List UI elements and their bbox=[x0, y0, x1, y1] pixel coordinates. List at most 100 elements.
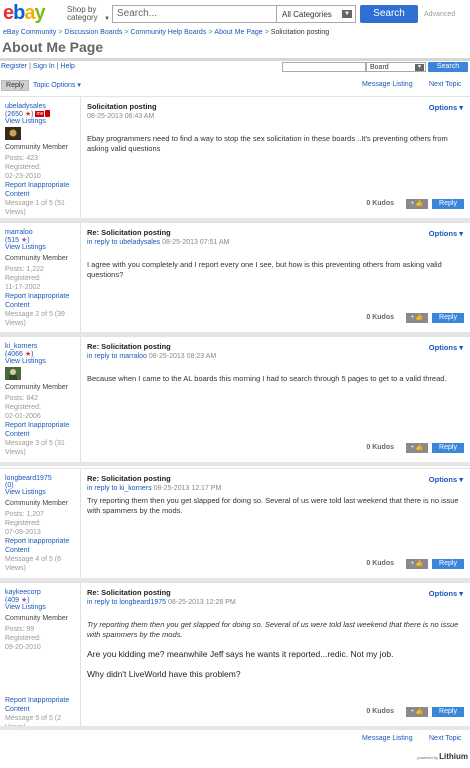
report-inappropriate-link[interactable]: Report Inappropriate Content bbox=[5, 421, 80, 439]
thumbs-up-icon: 👍 bbox=[415, 561, 424, 567]
reply-button[interactable]: Reply bbox=[432, 313, 464, 323]
register-link[interactable]: Register bbox=[1, 63, 27, 70]
reply-button[interactable]: Reply bbox=[1, 80, 29, 91]
in-reply-to-link[interactable]: ubeladysales bbox=[119, 239, 160, 246]
post-count: Posts: 99 bbox=[5, 626, 35, 633]
post-subject: Re: Solicitation posting bbox=[87, 474, 171, 483]
registered-date: 11-17-2002 bbox=[5, 284, 41, 291]
message-count: Message 5 of 5 (2 Views) bbox=[5, 715, 62, 731]
post: longbeard1975 (0) View Listings Communit… bbox=[0, 468, 470, 582]
message-listing-link[interactable]: Message Listing bbox=[362, 81, 413, 88]
chevron-down-icon: ▾ bbox=[459, 103, 463, 112]
author-name[interactable]: ki_korners bbox=[5, 343, 80, 350]
post-count: Posts: 842 bbox=[5, 395, 39, 402]
breadcrumb-discussion-boards[interactable]: Discussion Boards bbox=[64, 29, 122, 36]
post-subject: Solicitation posting bbox=[87, 102, 157, 111]
powered-by-lithium[interactable]: powered by Lithium bbox=[417, 752, 468, 761]
author-name[interactable]: longbeard1975 bbox=[5, 475, 80, 482]
chevron-down-icon: ▼ bbox=[342, 10, 352, 18]
give-kudos-button[interactable]: + 👍 bbox=[406, 559, 428, 569]
in-reply-to-link[interactable]: ki_korners bbox=[119, 485, 151, 492]
view-listings-link[interactable]: View Listings bbox=[5, 604, 80, 611]
thumbs-up-icon: 👍 bbox=[415, 201, 424, 207]
avatar[interactable] bbox=[5, 127, 21, 140]
board-search-button[interactable]: Search bbox=[428, 62, 468, 72]
message-count: Message 4 of 5 (6 Views) bbox=[5, 556, 62, 572]
report-inappropriate-link[interactable]: Report Inappropriate Content bbox=[5, 537, 80, 555]
thumbs-up-icon: 👍 bbox=[415, 709, 424, 715]
reply-button[interactable]: Reply bbox=[432, 707, 464, 717]
next-topic-link[interactable]: Next Topic bbox=[429, 81, 462, 88]
registered-date: 02-01-2006 bbox=[5, 413, 41, 420]
chevron-down-icon: ▾ bbox=[459, 229, 463, 238]
post: ubeladysales (2650 ★) me View Listings Co… bbox=[0, 96, 470, 222]
footer-nav: Message Listing Next Topic bbox=[0, 733, 470, 747]
search-button[interactable]: Search bbox=[360, 5, 418, 23]
report-inappropriate-link[interactable]: Report Inappropriate Content bbox=[5, 292, 80, 310]
ebay-logo[interactable]: ebay bbox=[3, 2, 46, 25]
kudos-count: 0 Kudos bbox=[366, 708, 394, 715]
author-name[interactable]: marraloo bbox=[5, 229, 80, 236]
in-reply-to-link[interactable]: longbeard1975 bbox=[119, 599, 166, 606]
post-subject: Re: Solicitation posting bbox=[87, 588, 171, 597]
member-type: Community Member bbox=[5, 144, 69, 151]
give-kudos-button[interactable]: + 👍 bbox=[406, 443, 428, 453]
in-reply-to-link[interactable]: marraloo bbox=[119, 353, 147, 360]
shop-by-category-button[interactable]: Shop by category ▼ bbox=[67, 6, 110, 23]
post-date: 08-25-2013 08:23 AM bbox=[148, 353, 217, 360]
quoted-text: Try reporting them then you get slapped … bbox=[87, 620, 459, 639]
post-body: Re: Solicitation posting in reply to lon… bbox=[87, 588, 464, 717]
advanced-search-link[interactable]: Advanced bbox=[424, 11, 455, 18]
help-link[interactable]: Help bbox=[61, 63, 75, 70]
board-select[interactable]: Board ▼ bbox=[366, 62, 426, 72]
kudos-count: 0 Kudos bbox=[366, 200, 394, 207]
sign-in-link[interactable]: Sign In bbox=[33, 63, 55, 70]
next-topic-link[interactable]: Next Topic bbox=[429, 735, 462, 742]
give-kudos-button[interactable]: + 👍 bbox=[406, 707, 428, 717]
options-menu[interactable]: Options ▾ bbox=[429, 589, 463, 598]
topic-options-menu[interactable]: Topic Options ▾ bbox=[33, 81, 81, 89]
reply-button[interactable]: Reply bbox=[432, 199, 464, 209]
feedback-score[interactable]: (2650 ★) me bbox=[5, 110, 80, 118]
post-text: Are you kidding me? meanwhile Jeff says … bbox=[87, 649, 394, 659]
message-listing-link[interactable]: Message Listing bbox=[362, 735, 413, 742]
feedback-score[interactable]: (515 ★) bbox=[5, 236, 80, 244]
feedback-score[interactable]: (409 ★) bbox=[5, 596, 80, 604]
give-kudos-button[interactable]: + 👍 bbox=[406, 313, 428, 323]
options-menu[interactable]: Options ▾ bbox=[429, 103, 463, 112]
registered-date: 02-23-2010 bbox=[5, 173, 41, 180]
avatar[interactable] bbox=[5, 367, 21, 380]
kudos-count: 0 Kudos bbox=[366, 560, 394, 567]
options-menu[interactable]: Options ▾ bbox=[429, 343, 463, 352]
breadcrumb-community-help-boards[interactable]: Community Help Boards bbox=[130, 29, 206, 36]
view-listings-link[interactable]: View Listings bbox=[5, 118, 80, 125]
author-name[interactable]: kaykeecorp bbox=[5, 589, 80, 596]
report-inappropriate-link[interactable]: Report Inappropriate Content bbox=[5, 696, 80, 714]
kudos-count: 0 Kudos bbox=[366, 444, 394, 451]
thumbs-up-icon: 👍 bbox=[415, 315, 424, 321]
member-type: Community Member bbox=[5, 500, 69, 507]
view-listings-link[interactable]: View Listings bbox=[5, 358, 80, 365]
view-listings-link[interactable]: View Listings bbox=[5, 489, 80, 496]
options-menu[interactable]: Options ▾ bbox=[429, 229, 463, 238]
author-panel: kaykeecorp (409 ★) View Listings Communi… bbox=[0, 583, 81, 731]
post-count: Posts: 423 bbox=[5, 155, 39, 162]
options-menu[interactable]: Options ▾ bbox=[429, 475, 463, 484]
board-search-input[interactable] bbox=[282, 62, 366, 72]
category-select[interactable]: All Categories ▼ bbox=[276, 5, 356, 23]
give-kudos-button[interactable]: + 👍 bbox=[406, 199, 428, 209]
feedback-score[interactable]: (0) bbox=[5, 482, 80, 489]
post-text: Ebay programmers need to find a way to s… bbox=[87, 134, 448, 153]
view-listings-link[interactable]: View Listings bbox=[5, 244, 80, 251]
message-count: Message 2 of 5 (39 Views) bbox=[5, 311, 65, 327]
reply-button[interactable]: Reply bbox=[432, 559, 464, 569]
reply-button[interactable]: Reply bbox=[432, 443, 464, 453]
breadcrumb-about-me-page[interactable]: About Me Page bbox=[214, 29, 262, 36]
post-date: 08-25-2013 12:28 PM bbox=[167, 599, 236, 606]
post-text: I agree with you completely and I report… bbox=[87, 260, 442, 279]
author-name[interactable]: ubeladysales bbox=[5, 103, 80, 110]
breadcrumb-ebay-community[interactable]: eBay Community bbox=[3, 29, 56, 36]
search-input[interactable]: Search... bbox=[112, 5, 276, 23]
report-inappropriate-link[interactable]: Report Inappropriate Content bbox=[5, 181, 80, 199]
feedback-score[interactable]: (4066 ★) bbox=[5, 350, 80, 358]
